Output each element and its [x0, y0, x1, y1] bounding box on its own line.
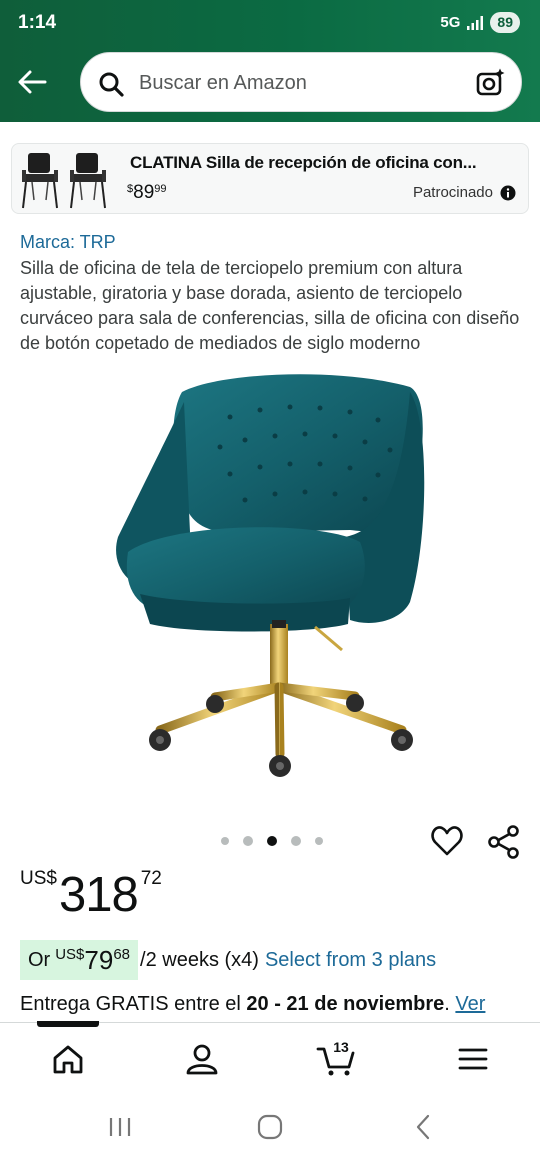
sponsored-product-card[interactable]: CLATINA Silla de recepción de oficina co… — [11, 143, 529, 214]
sponsored-label: Patrocinado — [412, 184, 493, 201]
carousel-dot-active — [267, 836, 277, 846]
camera-search-icon[interactable] — [475, 67, 507, 99]
status-icons: 5G 89 — [440, 12, 520, 33]
product-image[interactable] — [110, 362, 440, 792]
delivery-info: Entrega GRATIS entre el 20 - 21 de novie… — [20, 993, 535, 1016]
select-plans-link[interactable]: Select from 3 plans — [265, 949, 436, 972]
cart-count-badge: 13 — [333, 1039, 349, 1055]
brand-link[interactable]: Marca: TRP — [20, 232, 116, 253]
sponsored-product-image — [22, 153, 106, 209]
back-arrow-icon[interactable] — [14, 64, 50, 100]
wishlist-heart-icon[interactable] — [430, 824, 464, 858]
delivery-details-link[interactable]: Ver — [455, 993, 485, 1015]
installment-offer: Or US$ 79 68 /2 weeks (x4) Select from 3… — [20, 940, 436, 980]
installment-whole: 79 — [84, 944, 114, 975]
installment-prefix: Or — [28, 948, 51, 971]
product-title: Silla de oficina de tela de terciopelo p… — [20, 258, 520, 353]
installment-badge: Or US$ 79 68 — [20, 940, 139, 980]
product-price: US$ 318 72 — [20, 866, 162, 924]
app-header: 1:14 5G 89 Buscar en Amazon — [0, 0, 540, 122]
carousel-dot — [315, 837, 323, 845]
battery-indicator: 89 — [490, 12, 520, 33]
sponsored-product-price: $ 89 99 — [127, 182, 167, 204]
network-label: 5G — [440, 14, 461, 31]
sponsored-label-group[interactable]: Patrocinado — [413, 184, 516, 201]
sponsored-product-title[interactable]: CLATINA Silla de recepción de oficina co… — [130, 153, 518, 173]
recent-apps-icon[interactable] — [105, 1112, 135, 1142]
delivery-suffix: . — [444, 993, 450, 1015]
search-input[interactable]: Buscar en Amazon — [139, 72, 307, 95]
bottom-navigation — [0, 1021, 540, 1094]
system-navigation-bar — [0, 1094, 540, 1158]
status-bar: 1:14 5G 89 — [0, 0, 540, 46]
image-carousel-indicator — [221, 836, 323, 846]
home-icon[interactable] — [50, 1041, 86, 1077]
search-icon — [99, 72, 124, 97]
info-icon[interactable] — [500, 185, 516, 201]
menu-icon[interactable] — [455, 1041, 491, 1077]
share-icon[interactable] — [486, 824, 522, 860]
installment-period: /2 weeks (x4) — [140, 948, 259, 971]
status-time: 1:14 — [18, 12, 57, 33]
price-currency: US$ — [20, 868, 57, 889]
price-whole: 318 — [58, 868, 139, 922]
carousel-dot — [291, 836, 301, 846]
sponsored-price-fraction: 99 — [154, 183, 167, 195]
system-back-icon[interactable] — [408, 1112, 438, 1142]
signal-icon — [467, 15, 484, 30]
search-bar[interactable]: Buscar en Amazon — [80, 52, 522, 112]
sponsored-price-whole: 89 — [133, 182, 155, 203]
carousel-dot — [221, 837, 229, 845]
account-icon[interactable] — [184, 1041, 220, 1077]
carousel-dot — [243, 836, 253, 846]
delivery-prefix: Entrega GRATIS entre el — [20, 993, 241, 1015]
installment-currency: US$ — [55, 946, 85, 963]
installment-fraction: 68 — [113, 946, 131, 963]
price-fraction: 72 — [140, 868, 162, 889]
home-button-icon[interactable] — [255, 1112, 285, 1142]
delivery-dates: 20 - 21 de noviembre — [246, 993, 445, 1015]
active-tab-indicator — [37, 1021, 99, 1027]
